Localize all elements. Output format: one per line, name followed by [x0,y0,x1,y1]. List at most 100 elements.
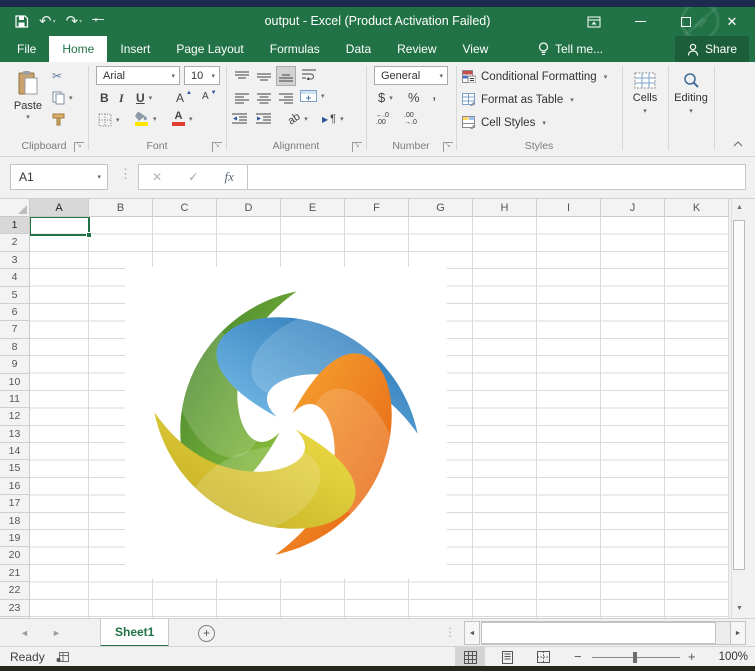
scroll-up-icon[interactable]: ▲ [732,199,747,217]
row-header[interactable]: 8 [0,339,30,356]
sheet-prev-icon[interactable]: ◄ [20,619,29,647]
top-align-button[interactable] [232,66,252,86]
row-header[interactable]: 14 [0,443,30,460]
row-header[interactable]: 7 [0,321,30,338]
ribbon-tab[interactable]: View [450,36,502,62]
ribbon-tab[interactable]: File [4,36,49,62]
column-header[interactable]: K [665,199,729,217]
name-box[interactable]: A1 ▾ [10,164,108,190]
increase-decimal-button[interactable]: ←.0.00 [376,112,389,126]
align-right-button[interactable] [276,88,296,108]
page-layout-view-button[interactable] [492,647,522,667]
row-header[interactable]: 4 [0,269,30,286]
bottom-align-button[interactable] [276,66,296,86]
scroll-down-icon[interactable]: ▼ [732,600,747,618]
ribbon-tab[interactable]: Insert [107,36,163,62]
row-header[interactable]: 3 [0,252,30,269]
ribbon-tab[interactable]: Home [49,36,107,62]
cells-button[interactable]: Cells [624,66,666,140]
select-all-corner[interactable] [0,199,30,217]
bold-button[interactable]: B [100,91,109,105]
row-header[interactable]: 10 [0,374,30,391]
merge-center-button[interactable] [300,90,325,102]
row-header[interactable]: 13 [0,426,30,443]
row-header[interactable]: 2 [0,234,30,251]
sheet-tab[interactable]: Sheet1 [100,619,169,647]
ribbon-tab[interactable]: Data [333,36,384,62]
percent-style-button[interactable]: % [408,90,420,105]
row-header[interactable]: 22 [0,582,30,599]
align-left-button[interactable] [232,88,252,108]
column-header[interactable]: I [537,199,601,217]
align-center-button[interactable] [254,88,274,108]
borders-button[interactable] [98,113,120,127]
row-header[interactable]: 5 [0,287,30,304]
column-header[interactable]: C [153,199,217,217]
horizontal-scrollbar[interactable] [481,621,730,645]
cell-grid[interactable] [30,217,729,618]
cancel-icon[interactable] [152,168,162,186]
row-header[interactable]: 1 [0,217,30,234]
column-header[interactable]: B [89,199,153,217]
row-header[interactable]: 9 [0,356,30,373]
font-name-select[interactable]: Arial ▾ [96,66,180,85]
ribbon-tab[interactable]: Page Layout [163,36,256,62]
normal-view-button[interactable] [455,647,485,667]
dots-separator-icon[interactable]: ⋮ [119,166,132,182]
fill-handle[interactable] [86,232,92,238]
cut-button[interactable]: ✂ [52,69,62,83]
font-color-button[interactable]: A [172,111,193,126]
clipboard-dialog-launcher-icon[interactable] [74,142,84,152]
tell-me-box[interactable]: Tell me... [538,36,603,62]
sheet-next-icon[interactable]: ► [52,619,61,647]
paste-button[interactable]: Paste [6,66,50,138]
selected-cell-A1[interactable] [30,217,90,236]
row-header[interactable]: 18 [0,513,30,530]
italic-button[interactable]: I [119,91,124,106]
zoom-slider-thumb[interactable] [633,652,637,663]
editing-button[interactable]: Editing [670,66,712,140]
ribbon-tab[interactable]: Review [384,36,449,62]
zoom-in-icon[interactable]: + [688,647,696,667]
format-as-table-button[interactable]: Format as Table [462,93,574,106]
share-button[interactable]: Share [675,36,749,62]
scroll-right-icon[interactable]: ► [730,621,746,645]
copy-button[interactable] [52,91,73,105]
middle-align-button[interactable] [254,66,274,86]
minimize-icon[interactable] [617,7,663,36]
row-header[interactable]: 11 [0,391,30,408]
row-header[interactable]: 21 [0,565,30,582]
comma-style-button[interactable]: , [432,86,436,104]
decrease-indent-button[interactable] [232,113,247,124]
zoom-level[interactable]: 100% [702,647,748,667]
increase-font-size-button[interactable]: A ▲ [176,91,192,105]
macro-record-icon[interactable] [56,651,70,666]
horizontal-scroll-thumb[interactable] [481,622,716,644]
text-direction-button[interactable]: ▶ ¶ [322,113,344,125]
embedded-logo-image[interactable] [125,267,447,579]
format-painter-button[interactable] [52,113,65,126]
number-format-select[interactable]: General ▾ [374,66,448,85]
decrease-font-size-button[interactable]: A ▼ [202,91,217,102]
underline-button[interactable]: U [136,91,152,105]
row-header[interactable]: 19 [0,530,30,547]
number-dialog-launcher-icon[interactable] [443,142,453,152]
row-header[interactable]: 20 [0,547,30,564]
row-header[interactable]: 17 [0,495,30,512]
column-header[interactable]: E [281,199,345,217]
column-header[interactable]: D [217,199,281,217]
alignment-dialog-launcher-icon[interactable] [352,142,362,152]
font-size-select[interactable]: 10 ▾ [184,66,220,85]
dots-separator-icon[interactable]: ⋮ [444,625,456,639]
column-header[interactable]: F [345,199,409,217]
conditional-formatting-button[interactable]: Conditional Formatting [462,70,607,83]
row-header[interactable]: 12 [0,408,30,425]
fill-color-button[interactable] [134,111,157,126]
row-header[interactable]: 15 [0,460,30,477]
accounting-format-button[interactable]: $ [378,90,393,105]
enter-icon[interactable] [188,168,198,186]
cell-styles-button[interactable]: Cell Styles [462,116,546,129]
orientation-button[interactable]: ab [288,113,308,125]
vertical-scrollbar[interactable]: ▲ ▼ [731,199,746,618]
new-sheet-button[interactable]: + [198,625,215,642]
